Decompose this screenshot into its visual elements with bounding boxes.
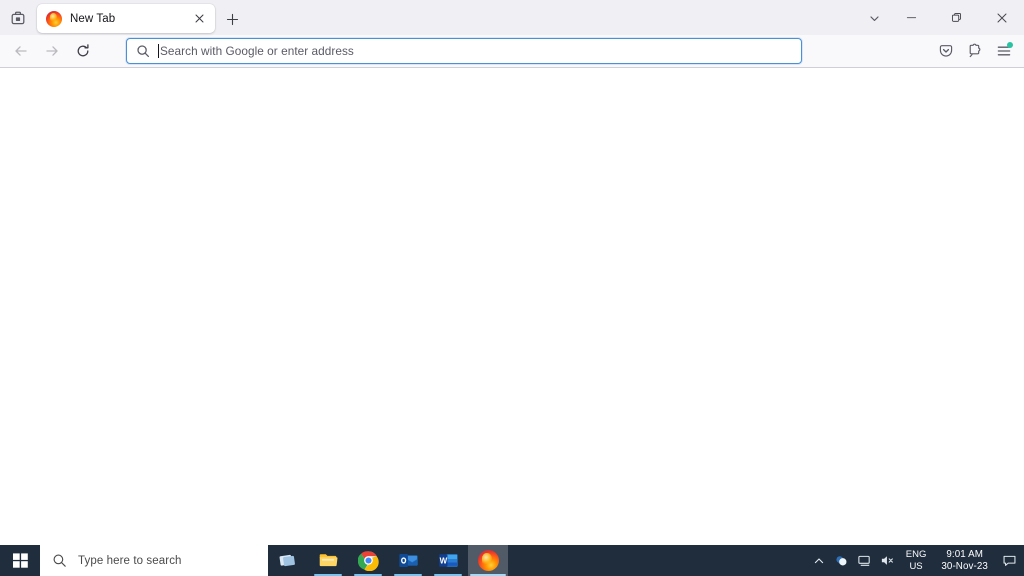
menu-notification-badge [1007,42,1013,48]
start-button[interactable] [0,545,40,576]
window-controls [889,0,1024,35]
show-hidden-icons-button[interactable] [808,545,830,576]
outlook-button[interactable] [388,545,428,576]
new-tab-button[interactable] [219,6,245,32]
close-icon [194,14,204,23]
pocket-icon [939,45,952,57]
tab-close-button[interactable] [189,9,209,29]
search-icon [135,43,151,59]
window-minimize-button[interactable] [889,0,934,35]
reload-button[interactable] [68,37,98,65]
taskbar-search-box[interactable]: Type here to search [40,545,268,576]
address-bar[interactable]: Search with Google or enter address [126,38,802,64]
plus-icon [226,13,238,25]
system-tray: ENG US 9:01 AM 30-Nov-23 [808,545,1024,576]
action-center-button[interactable] [996,545,1022,576]
firefox-browser-window: New Tab Search with Google or enter addr… [0,0,1024,545]
extensions-icon [969,43,980,58]
text-cursor [158,44,159,58]
application-menu-button[interactable] [989,37,1018,65]
network-tray-icon-button[interactable] [853,545,876,576]
onedrive-tray-icon-button[interactable] [830,545,853,576]
speaker-muted-icon [881,556,893,565]
close-icon [996,12,1007,23]
extensions-button[interactable] [960,37,989,65]
svg-text:W: W [439,556,447,565]
chrome-icon [357,551,379,571]
arrow-right-icon [46,46,58,56]
input-language-button[interactable]: ENG US [899,545,934,576]
reload-icon [77,44,89,57]
notification-icon [1003,555,1015,566]
monitor-icon [858,555,870,566]
language-line-1: ENG [905,548,927,560]
taskbar-search-placeholder: Type here to search [78,554,182,567]
tab-strip: New Tab [0,0,1024,35]
file-explorer-icon [319,554,337,567]
task-view-button[interactable] [268,545,308,576]
taskbar-app-buttons: W [268,545,508,576]
address-bar-input[interactable]: Search with Google or enter address [160,44,793,58]
firefox-favicon [46,10,62,27]
outlook-icon [398,554,418,567]
word-icon: W [438,554,458,567]
firefox-view-icon [11,11,25,25]
firefox-view-button[interactable] [3,4,33,32]
taskbar-spacer [508,545,808,576]
volume-tray-icon-button[interactable] [876,545,899,576]
tab-title: New Tab [70,12,116,25]
windows-logo-icon [12,553,28,568]
page-content-area[interactable] [0,68,1024,545]
clock-date: 30-Nov-23 [941,560,988,572]
chevron-up-icon [814,557,823,563]
google-chrome-button[interactable] [348,545,388,576]
window-restore-button[interactable] [934,0,979,35]
screen: New Tab Search with Google or enter addr… [0,0,1024,576]
save-to-pocket-button[interactable] [931,37,960,65]
firefox-button[interactable] [468,545,508,576]
file-explorer-button[interactable] [308,545,348,576]
search-icon [53,554,66,567]
tabs-row: New Tab [33,0,859,35]
cloud-icon [836,556,847,566]
navigation-toolbar: Search with Google or enter address [0,35,1024,68]
language-line-2: US [909,560,923,572]
toolbar-actions [931,37,1018,65]
arrow-left-icon [15,46,27,56]
word-button[interactable]: W [428,545,468,576]
firefox-icon [477,550,499,571]
window-close-button[interactable] [979,0,1024,35]
restore-icon [951,12,962,22]
forward-button[interactable] [37,37,67,65]
browser-tab[interactable]: New Tab [37,4,215,33]
taskbar-clock[interactable]: 9:01 AM 30-Nov-23 [933,545,996,576]
windows-taskbar: Type here to search W ENG US 9:01 AM 30-… [0,545,1024,576]
chevron-down-icon [869,15,879,21]
minimize-icon [906,17,917,19]
task-view-icon [279,554,295,566]
list-all-tabs-button[interactable] [859,4,889,32]
clock-time: 9:01 AM [946,548,983,560]
back-button[interactable] [6,37,36,65]
